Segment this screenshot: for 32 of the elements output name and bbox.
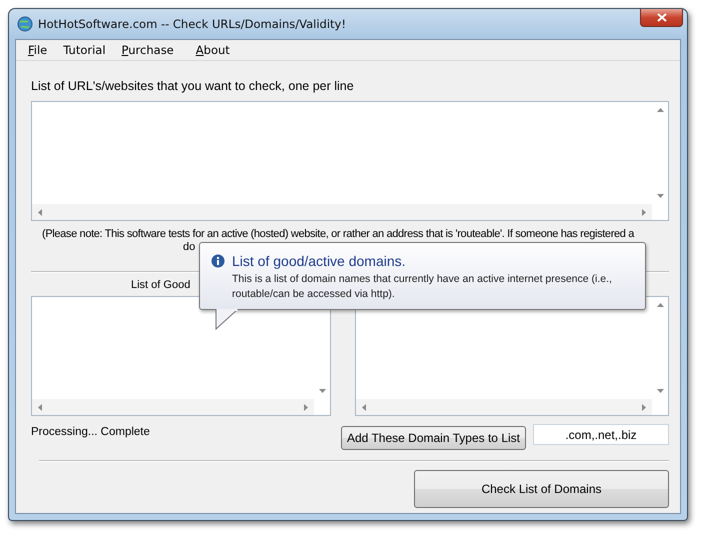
scroll-right-icon[interactable] bbox=[642, 208, 646, 216]
scroll-right-icon[interactable] bbox=[304, 404, 308, 410]
scroll-left-icon[interactable] bbox=[362, 404, 366, 410]
scroll-left-icon[interactable] bbox=[38, 208, 42, 216]
menu-item[interactable]: File bbox=[20, 43, 56, 57]
menu-item[interactable]: Tutorial bbox=[55, 43, 114, 57]
good-list-field[interactable] bbox=[31, 296, 331, 416]
add-types-button[interactable]: Add These Domain Types to List bbox=[341, 426, 526, 450]
tooltip-title: List of good/active domains. bbox=[232, 253, 406, 269]
close-button[interactable] bbox=[640, 9, 683, 27]
scroll-right-icon[interactable] bbox=[642, 404, 646, 410]
scroll-down-icon[interactable] bbox=[656, 194, 664, 198]
check-button[interactable]: Check List of Domains bbox=[414, 470, 669, 508]
menu-item[interactable]: Purchase bbox=[114, 43, 182, 57]
domain-types-field[interactable]: .com,.net,.biz bbox=[533, 424, 669, 445]
scroll-up-icon[interactable] bbox=[656, 108, 664, 112]
scroll-up-icon[interactable] bbox=[656, 303, 664, 307]
scroll-down-icon[interactable] bbox=[318, 389, 326, 393]
close-icon bbox=[656, 13, 666, 22]
note-text: (Please note: This software tests for an active (hosted) website, or rather an address that is 'routeable'. If someone has registered a bbox=[42, 228, 634, 241]
scroll-down-icon[interactable] bbox=[656, 389, 664, 393]
url-list-field[interactable] bbox=[31, 101, 669, 221]
info-icon bbox=[211, 254, 225, 268]
menu-item[interactable]: About bbox=[188, 43, 238, 57]
good-list-label: List of Good bbox=[131, 279, 190, 293]
tooltip-text: This is a list of domain names that currently have an active internet presence (i.e., routable/can be accessed via http). bbox=[232, 272, 613, 302]
globe-icon bbox=[17, 16, 33, 32]
status-text: Processing... Complete bbox=[31, 426, 150, 438]
window-title: HotHotSoftware.com -- Check URLs/Domains/Validity! bbox=[38, 17, 346, 31]
url-list-label: List of URL's/websites that you want to check, one per line bbox=[31, 79, 355, 93]
scroll-left-icon[interactable] bbox=[38, 404, 42, 410]
note-text: do bbox=[183, 241, 196, 254]
